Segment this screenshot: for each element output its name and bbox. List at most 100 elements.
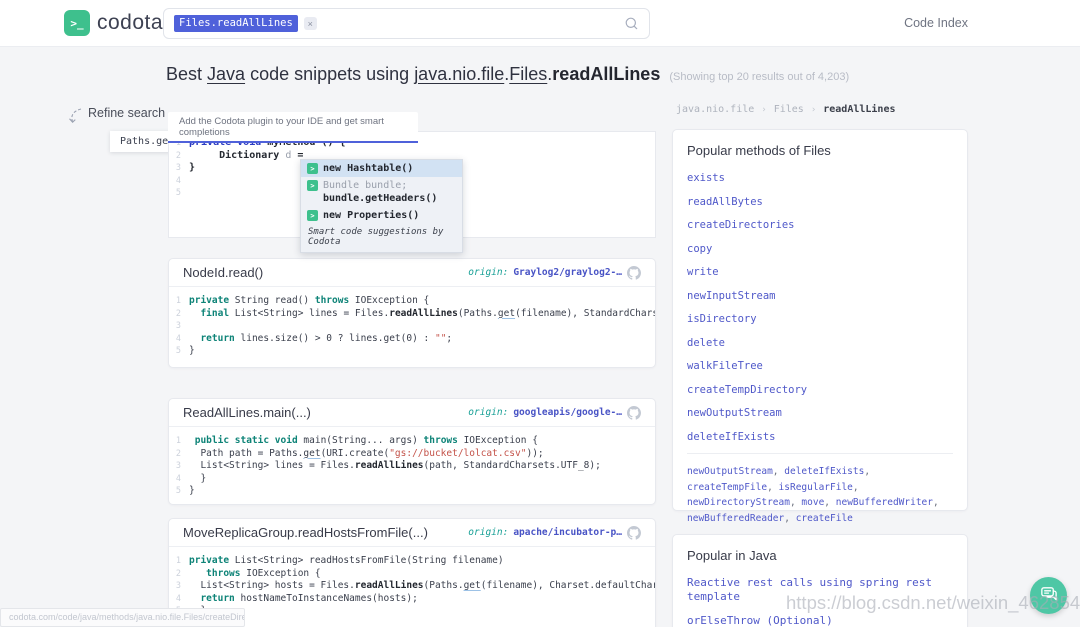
github-icon[interactable]	[627, 525, 641, 540]
search-bar[interactable]: Files.readAllLines ×	[163, 8, 650, 39]
comma-separator: ,	[864, 466, 871, 477]
popular-methods-card: Popular methods of Files exists readAllBy…	[672, 129, 968, 524]
popular-method-link[interactable]: readAllBytes	[687, 195, 953, 209]
codota-suggestion-icon: >	[307, 210, 318, 221]
line-number: 4	[175, 333, 181, 344]
code-line: 4 return lines.size() > 0 ? lines.get(0)…	[169, 333, 655, 346]
more-method-links: newOutputStream, deleteIfExists, createT…	[687, 464, 953, 526]
more-method-link[interactable]: newOutputStream	[687, 466, 773, 477]
refine-search-label: Refine search	[88, 106, 166, 120]
breadcrumb-item[interactable]: Files	[774, 104, 804, 115]
comma-separator: ,	[824, 497, 836, 508]
github-icon[interactable]	[627, 265, 641, 280]
title-java-link[interactable]: Java	[207, 64, 245, 85]
code-index-link[interactable]: Code Index	[904, 16, 968, 30]
more-method-link[interactable]: createTempFile	[687, 482, 767, 493]
search-icon[interactable]	[624, 16, 639, 31]
snippet-header: NodeId.read() origin: Graylog2/graylog2-…	[169, 259, 655, 287]
snippet-header: ReadAllLines.main(...) origin: googleapi…	[169, 399, 655, 427]
line-number: 2	[175, 150, 181, 161]
popular-method-link[interactable]: isDirectory	[687, 312, 953, 326]
remove-tag-icon[interactable]: ×	[303, 17, 317, 30]
comma-separator: ,	[852, 481, 859, 493]
popup-suggestion[interactable]: > new Hashtable()	[301, 160, 462, 177]
line-number: 3	[175, 581, 181, 591]
line-number: 1	[175, 436, 181, 446]
snippet-origin: origin: apache/incubator-p…	[468, 525, 641, 540]
line-number: 2	[175, 308, 181, 319]
origin-repo-link[interactable]: googleapis/google-…	[513, 407, 622, 418]
code-line: 3	[169, 320, 655, 333]
popular-method-link[interactable]: exists	[687, 171, 953, 185]
plugin-banner[interactable]: Add the Codota plugin to your IDE and ge…	[168, 112, 418, 143]
comma-separator: ,	[932, 497, 939, 508]
breadcrumb-separator: ›	[810, 104, 817, 115]
code-line: 4 return hostNameToInstanceNames(hosts);	[169, 593, 655, 606]
snippet-origin: origin: googleapis/google-…	[468, 405, 641, 420]
line-number: 4	[175, 473, 181, 484]
more-method-link[interactable]: newBufferedWriter	[836, 497, 933, 508]
page: >_ codota Files.readAllLines × Code Inde…	[0, 0, 1080, 627]
code-line: 5}	[169, 485, 655, 498]
origin-label: origin:	[468, 527, 509, 538]
title-text: code snippets using	[245, 64, 415, 84]
more-method-link[interactable]: createFile	[796, 513, 853, 524]
popular-method-link[interactable]: walkFileTree	[687, 359, 953, 373]
snippet-header: MoveReplicaGroup.readHostsFromFile(...) …	[169, 519, 655, 547]
popular-java-link[interactable]: orElseThrow (Optional)	[687, 614, 953, 627]
line-number: 2	[175, 448, 181, 459]
popular-method-link[interactable]: write	[687, 265, 953, 279]
popup-footer: Smart code suggestions by Codota	[308, 227, 444, 247]
top-header: >_ codota Files.readAllLines × Code Inde…	[0, 0, 1080, 47]
snippet-code: 1 private String read() throws IOExceptio…	[169, 287, 655, 364]
more-method-link[interactable]: isRegularFile	[779, 482, 853, 493]
code-line: 3 List<String> lines = Files.readAllLine…	[169, 460, 655, 473]
popular-methods-title: Popular methods of Files	[687, 143, 831, 158]
snippet-origin: origin: Graylog2/graylog2-…	[468, 265, 641, 280]
more-method-link[interactable]: deleteIfExists	[784, 466, 864, 477]
title-method: readAllLines	[552, 64, 661, 84]
codota-logo[interactable]: >_ codota	[64, 10, 163, 36]
github-icon[interactable]	[627, 405, 641, 420]
popular-method-link[interactable]: newOutputStream	[687, 406, 953, 420]
snippet-card: NodeId.read() origin: Graylog2/graylog2-…	[168, 258, 656, 368]
breadcrumb-separator: ›	[761, 104, 767, 115]
line-number: 5	[175, 346, 181, 356]
more-method-link[interactable]: newDirectoryStream	[687, 497, 790, 508]
more-method-link[interactable]: move	[801, 497, 824, 508]
popup-suggestion[interactable]: > new Properties()	[301, 207, 462, 224]
link-preview-statusbar: codota.com/code/java/methods/java.nio.fi…	[0, 608, 245, 627]
popup-suggestion[interactable]: > Bundle bundle; bundle.getHeaders()	[301, 177, 462, 207]
comma-separator: ,	[772, 466, 785, 477]
popular-method-link[interactable]: copy	[687, 242, 953, 256]
refine-arrow-icon	[66, 107, 83, 131]
comma-separator: ,	[789, 497, 802, 508]
line-number: 2	[175, 568, 181, 579]
title-files-link[interactable]: Files	[509, 64, 547, 85]
line-number: 1	[175, 556, 181, 566]
title-package-link[interactable]: java.nio.file	[414, 64, 504, 85]
popular-method-link[interactable]: deleteIfExists	[687, 430, 953, 444]
code-line: 2 Path path = Paths.get(URI.create("gs:/…	[169, 448, 655, 461]
snippet-card: ReadAllLines.main(...) origin: googleapi…	[168, 398, 656, 505]
origin-label: origin:	[468, 267, 509, 278]
codota-logo-text: codota	[97, 11, 164, 34]
origin-label: origin:	[468, 407, 509, 418]
snippet-code: 1 public static void main(String... args…	[169, 427, 655, 504]
origin-repo-link[interactable]: Graylog2/graylog2-…	[513, 267, 622, 278]
more-method-link[interactable]: newBufferedReader	[687, 513, 784, 524]
popular-method-link[interactable]: newInputStream	[687, 289, 953, 303]
refine-tag-label: Paths.get	[120, 136, 175, 147]
popular-method-link[interactable]: createTempDirectory	[687, 383, 953, 397]
code-line: 1 private List<String> readHostsFromFile(…	[169, 555, 655, 568]
line-number: 4	[175, 593, 181, 604]
codota-suggestion-icon: >	[307, 163, 318, 174]
origin-repo-link[interactable]: apache/incubator-p…	[513, 527, 622, 538]
search-query-tag[interactable]: Files.readAllLines	[174, 15, 298, 32]
popular-method-link[interactable]: delete	[687, 336, 953, 350]
breadcrumb-item[interactable]: java.nio.file	[676, 104, 754, 115]
watermark-text: https://blog.csdn.net/weixin_46285416	[786, 592, 1080, 613]
popular-method-link[interactable]: createDirectories	[687, 218, 953, 232]
line-number: 5	[175, 188, 181, 198]
snippet-title: MoveReplicaGroup.readHostsFromFile(...)	[183, 525, 428, 540]
